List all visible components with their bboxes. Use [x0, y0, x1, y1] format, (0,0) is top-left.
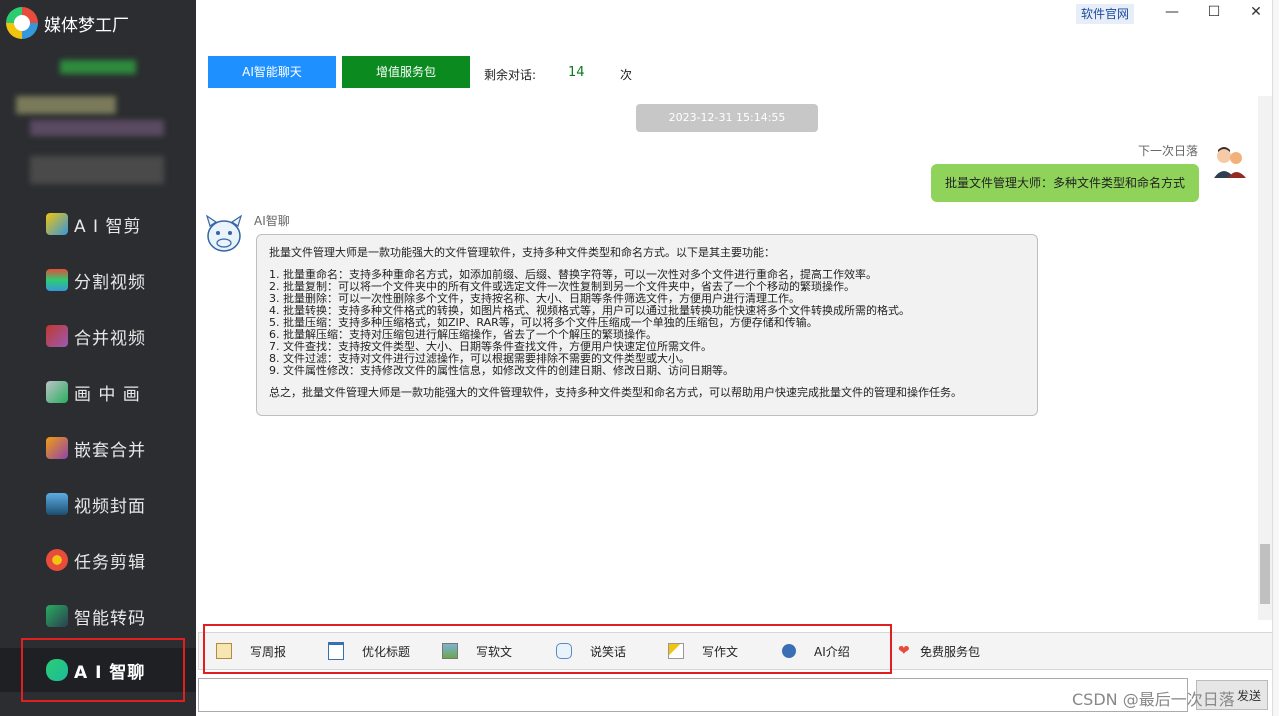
chat-input[interactable]: [198, 678, 1188, 712]
list-item: 2. 批量复制：可以将一个文件夹中的所有文件或选定文件一次性复制到另一个文件夹中…: [269, 281, 855, 293]
sidebar-item-label: 智能转码: [74, 608, 146, 629]
list-item: 6. 批量解压缩：支持对压缩包进行解压缩操作，省去了一个个解压的繁琐操作。: [269, 329, 657, 341]
sidebar-item-smart-transcode[interactable]: 智能转码: [0, 594, 196, 638]
sidebar-item-nested-merge[interactable]: 嵌套合并: [0, 426, 196, 470]
list-item: 3. 批量删除：可以一次性删除多个文件，支持按名称、大小、日期等条件筛选文件，方…: [269, 293, 800, 305]
chat-scroll-thumb[interactable]: [1260, 544, 1270, 604]
bot-intro: 批量文件管理大师是一款功能强大的文件管理软件，支持多种文件类型和命名方式。以下是…: [269, 246, 775, 259]
right-edge-strip: [1272, 0, 1279, 716]
list-item: 7. 文件查找：支持按文件类型、大小、日期等条件查找文件，方便用户快速定位所需文…: [269, 341, 712, 353]
remaining-unit: 次: [620, 68, 633, 82]
sidebar-item-picture-in-picture[interactable]: 画 中 画: [0, 370, 196, 414]
list-item: 9. 文件属性修改：支持修改文件的属性信息，如修改文件的创建日期、修改日期、访问…: [269, 365, 734, 377]
user-message-bubble: 批量文件管理大师：多种文件类型和命名方式: [931, 164, 1199, 202]
remaining-label: 剩余对话:: [484, 68, 537, 82]
free-pack-label: 免费服务包: [920, 644, 981, 659]
merge-video-icon: [46, 325, 68, 347]
sidebar-item-label: 视频封面: [74, 496, 146, 517]
blurred-user-info-4: [30, 156, 164, 184]
sidebar-item-label: 画 中 画: [74, 384, 141, 405]
list-item: 8. 文件过滤：支持对文件进行过滤操作，可以根据需要排除不需要的文件类型或大小。: [269, 353, 690, 365]
bot-message-bubble: 批量文件管理大师是一款功能强大的文件管理软件，支持多种文件类型和命名方式。以下是…: [256, 234, 1038, 416]
chat-scrollbar[interactable]: [1258, 96, 1272, 620]
csdn-watermark: CSDN @最后一次日落: [1072, 690, 1235, 709]
free-service-pack[interactable]: ❤ 免费服务包: [898, 642, 980, 660]
sidebar-item-split-video[interactable]: 分割视频: [0, 258, 196, 302]
sidebar-item-video-cover[interactable]: 视频封面: [0, 482, 196, 526]
picture-in-picture-icon: [46, 381, 68, 403]
toolbar-highlight-box: [203, 624, 892, 674]
app-title: 媒体梦工厂: [44, 15, 129, 36]
bot-feature-list: 1. 批量重命名：支持多种重命名方式，如添加前缀、后缀、替换字符等，可以一次性对…: [269, 269, 1025, 377]
blurred-user-info-3: [30, 120, 164, 136]
sidebar-highlight-box: [21, 638, 185, 702]
ai-cut-icon: [46, 213, 68, 235]
nested-merge-icon: [46, 437, 68, 459]
split-video-icon: [46, 269, 68, 291]
heart-icon: ❤: [898, 643, 910, 659]
sidebar-item-label: 合并视频: [74, 328, 146, 349]
app-logo-icon: [6, 7, 38, 39]
sidebar-item-merge-video[interactable]: 合并视频: [0, 314, 196, 358]
blurred-user-info-2: [16, 96, 116, 114]
ai-chat-button[interactable]: AI智能聊天: [208, 56, 336, 88]
list-item: 5. 批量压缩：支持多种压缩格式，如ZIP、RAR等，可以将多个文件压缩成一个单…: [269, 317, 818, 329]
user-name: 下一次日落: [1138, 144, 1199, 158]
video-cover-icon: [46, 493, 68, 515]
close-icon[interactable]: ✕: [1244, 4, 1268, 20]
official-site-link[interactable]: 软件官网: [1076, 4, 1134, 24]
list-item: 1. 批量重命名：支持多种重命名方式，如添加前缀、后缀、替换字符等，可以一次性对…: [269, 269, 877, 281]
smart-transcode-icon: [46, 605, 68, 627]
user-avatar-icon: [1214, 147, 1246, 178]
vip-service-button[interactable]: 增值服务包: [342, 56, 470, 88]
bot-avatar-icon: [205, 214, 243, 252]
bot-summary: 总之，批量文件管理大师是一款功能强大的文件管理软件，支持多种文件类型和命名方式，…: [269, 386, 962, 399]
sidebar-item-label: A I 智剪: [74, 216, 142, 237]
sidebar-item-ai-cut[interactable]: A I 智剪: [0, 202, 196, 246]
blurred-user-info: [60, 60, 136, 74]
sidebar-item-task-edit[interactable]: 任务剪辑: [0, 538, 196, 582]
sidebar: 媒体梦工厂 A I 智剪 分割视频 合并视频 画 中 画 嵌套合并 视频封面 任…: [0, 0, 196, 716]
app-header: 媒体梦工厂: [6, 6, 129, 40]
sidebar-item-label: 分割视频: [74, 272, 146, 293]
bot-name: AI智聊: [254, 214, 290, 228]
list-item: 4. 批量转换：支持多种文件格式的转换，如图片格式、视频格式等，用户可以通过批量…: [269, 305, 910, 317]
task-edit-icon: [46, 549, 68, 571]
remaining-count: 14: [568, 65, 585, 80]
sidebar-item-label: 嵌套合并: [74, 440, 146, 461]
sidebar-item-label: 任务剪辑: [74, 552, 146, 573]
minimize-icon[interactable]: —: [1160, 4, 1184, 20]
chat-timestamp: 2023-12-31 15:14:55: [636, 104, 818, 132]
maximize-icon[interactable]: ☐: [1202, 4, 1226, 20]
